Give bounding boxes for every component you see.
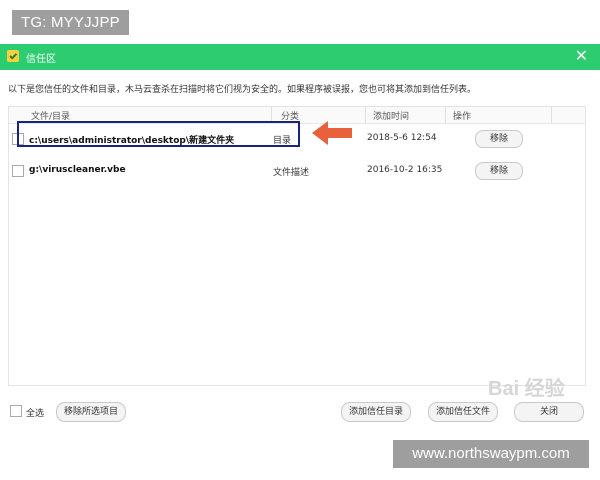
baidu-watermark: Bai 经验 <box>488 378 565 400</box>
watermark-bottom: www.northswaypm.com <box>393 440 589 468</box>
table-row: g:\viruscleaner.vbe 文件描述 2016-10-2 16:35… <box>9 157 585 187</box>
add-trusted-file-button[interactable]: 添加信任文件 <box>428 402 498 422</box>
description-text: 以下是您信任的文件和目录，木马云查杀在扫描时将它们视为安全的。如果程序被误报，您… <box>8 85 477 95</box>
highlight-box <box>17 121 300 147</box>
title-bar: 信任区 ✕ <box>0 44 600 70</box>
window-title: 信任区 <box>26 54 56 65</box>
remove-selected-button[interactable]: 移除所选项目 <box>56 402 126 422</box>
close-icon[interactable]: ✕ <box>575 47 588 65</box>
arrow-left-icon <box>312 121 352 145</box>
select-all-label: 全选 <box>26 409 45 419</box>
select-all-checkbox[interactable] <box>10 405 22 417</box>
header-separator <box>445 107 446 123</box>
remove-button[interactable]: 移除 <box>475 130 523 148</box>
header-action: 操作 <box>453 112 472 122</box>
remove-button[interactable]: 移除 <box>475 162 523 180</box>
row-category: 文件描述 <box>273 168 310 178</box>
trust-list-table: 文件/目录 分类 添加时间 操作 c:\users\administrator\… <box>8 106 586 386</box>
row-path: g:\viruscleaner.vbe <box>29 165 126 175</box>
header-separator <box>551 107 552 123</box>
row-time: 2018-5-6 12:54 <box>367 133 437 143</box>
row-checkbox[interactable] <box>12 165 24 177</box>
watermark-top: TG: MYYJJPP <box>12 10 129 35</box>
add-trusted-directory-button[interactable]: 添加信任目录 <box>341 402 411 422</box>
row-time: 2016-10-2 16:35 <box>367 165 443 175</box>
app-shield-icon <box>7 50 19 62</box>
close-button[interactable]: 关闭 <box>514 402 584 422</box>
header-time: 添加时间 <box>373 112 410 122</box>
header-separator <box>365 107 366 123</box>
